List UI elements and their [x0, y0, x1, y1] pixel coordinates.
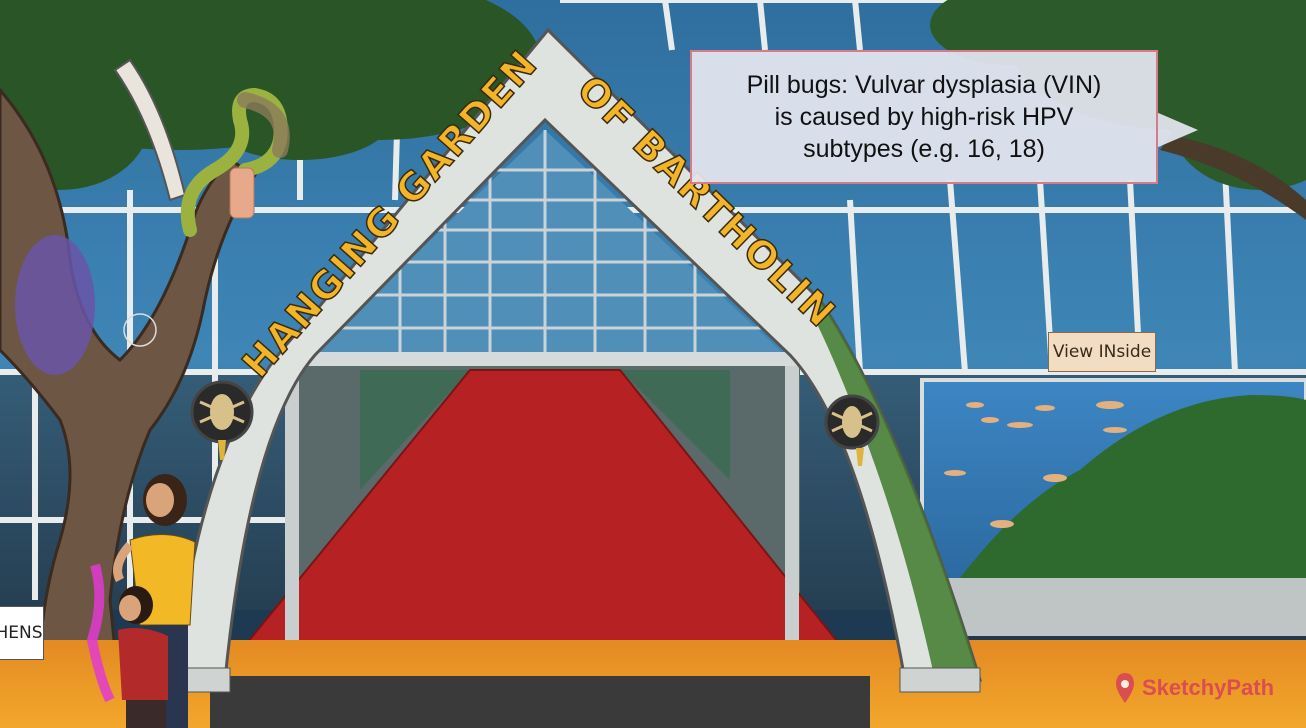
door-frame-right: [785, 355, 799, 675]
view-inside-sign: View INside: [1048, 332, 1156, 372]
sketchy-logo: SketchyPath: [1114, 668, 1274, 708]
callout-line-3: subtypes (e.g. 16, 18): [803, 135, 1045, 163]
arch-base-right: [899, 667, 981, 693]
fact-callout: Pill bugs: Vulvar dysplasia (VIN) is cau…: [690, 50, 1158, 184]
door-lintel: [285, 352, 800, 366]
logo-text: SketchyPath: [1142, 675, 1275, 700]
side-sign: HENS: [0, 606, 44, 660]
callout-line-2: is caused by high-risk HPV: [774, 103, 1074, 131]
callout-line-1: Pill bugs: Vulvar dysplasia (VIN): [746, 71, 1102, 99]
bandage: [229, 167, 255, 219]
aquarium-base: [922, 578, 1306, 636]
lichen-patch: [15, 235, 95, 375]
sketchy-logo-icon: [1116, 673, 1134, 703]
walkway: [210, 676, 870, 728]
callout-tail: [1156, 112, 1198, 148]
door-frame-left: [285, 355, 299, 675]
